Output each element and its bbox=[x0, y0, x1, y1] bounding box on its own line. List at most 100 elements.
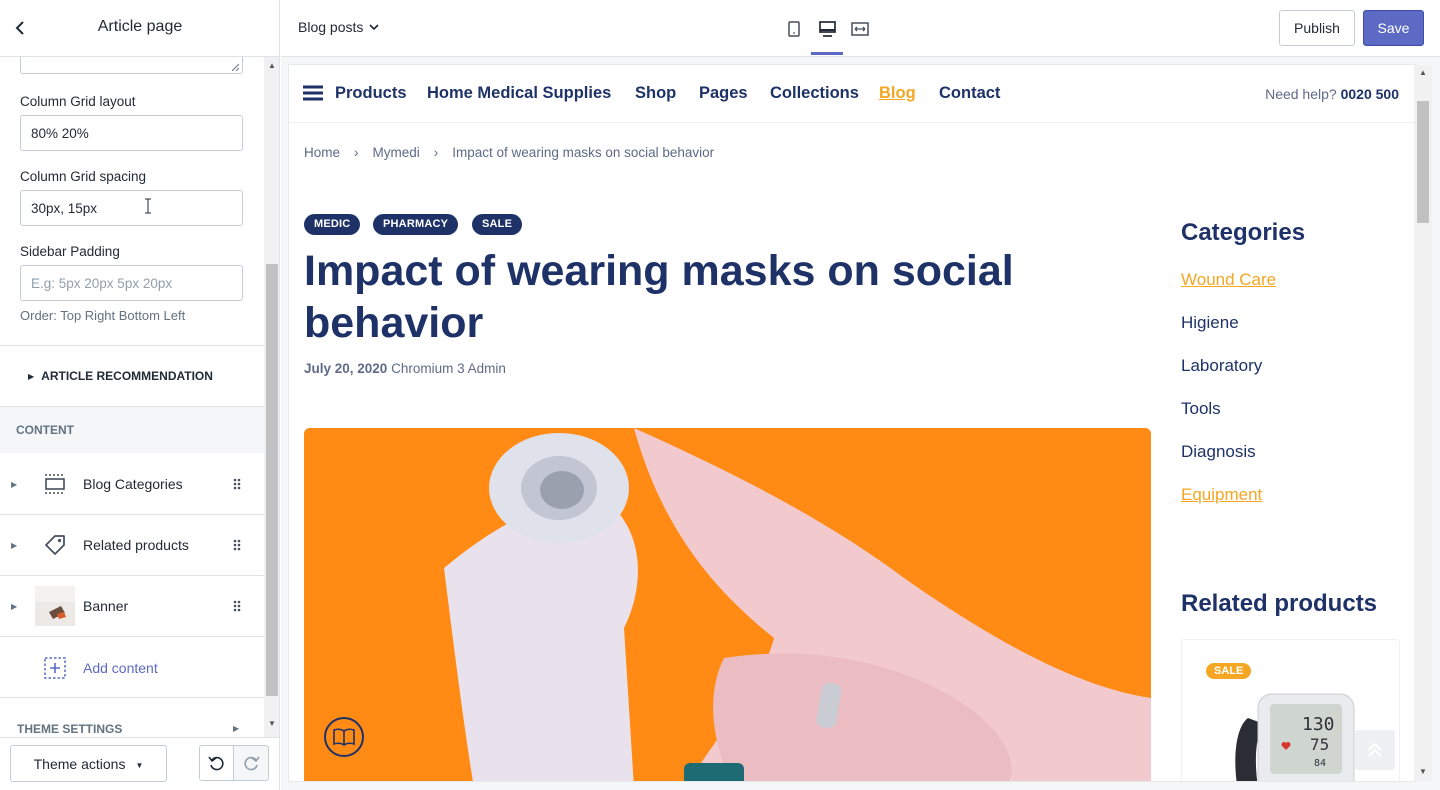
tag-pharmacy[interactable]: PHARMACY bbox=[373, 214, 459, 235]
breadcrumb-home[interactable]: Home bbox=[304, 145, 340, 160]
grid-layout-label: Column Grid layout bbox=[20, 94, 136, 109]
page-selector[interactable]: Blog posts bbox=[298, 19, 379, 35]
nav-link-collections[interactable]: Collections bbox=[770, 84, 859, 103]
device-mobile-button[interactable] bbox=[780, 17, 808, 41]
caret-right-icon: ▶ bbox=[28, 371, 35, 381]
article-meta: July 20, 2020 Chromium 3 Admin bbox=[304, 361, 506, 376]
drag-handle-icon[interactable] bbox=[232, 538, 242, 552]
active-device-indicator bbox=[811, 52, 843, 55]
hero-illustration bbox=[304, 428, 1151, 781]
storefront-preview: Products Home Medical Supplies Shop Page… bbox=[289, 65, 1415, 781]
grid-layout-input[interactable] bbox=[20, 115, 243, 151]
article-recommendation-section[interactable]: ▶ ARTICLE RECOMMENDATION bbox=[0, 346, 264, 406]
add-content-button[interactable]: Add content bbox=[0, 637, 264, 698]
nav-link-contact[interactable]: Contact bbox=[939, 84, 1000, 103]
svg-text:84: 84 bbox=[1314, 758, 1326, 769]
chevron-right-icon: › bbox=[433, 145, 439, 160]
hamburger-menu-icon[interactable] bbox=[303, 85, 323, 101]
sidebar-padding-help: Order: Top Right Bottom Left bbox=[20, 308, 186, 323]
caret-right-icon[interactable]: ▶ bbox=[11, 602, 17, 611]
caret-right-icon[interactable]: ▶ bbox=[11, 541, 17, 550]
category-link-wound-care[interactable]: Wound Care bbox=[1181, 270, 1276, 290]
settings-scroll-area: Column Grid layout Column Grid spacing S… bbox=[0, 57, 264, 737]
drag-handle-icon[interactable] bbox=[232, 599, 242, 613]
preview-scrollbar[interactable]: ▲ ▼ bbox=[1414, 65, 1432, 781]
top-bar: Blog posts Publish Save bbox=[281, 0, 1440, 57]
scroll-down-icon[interactable]: ▼ bbox=[268, 719, 276, 728]
sale-badge: SALE bbox=[1206, 663, 1252, 679]
tag-sale[interactable]: SALE bbox=[472, 214, 523, 235]
svg-text:130: 130 bbox=[1302, 714, 1335, 735]
breadcrumb-current: Impact of wearing masks on social behavi… bbox=[452, 145, 715, 160]
scrollbar-thumb[interactable] bbox=[1417, 101, 1429, 223]
nav-link-blog[interactable]: Blog bbox=[879, 84, 916, 103]
redo-icon bbox=[244, 756, 260, 771]
banner-thumbnail bbox=[35, 586, 75, 626]
resize-grip-icon[interactable] bbox=[231, 63, 239, 71]
article-date: July 20, 2020 bbox=[304, 361, 388, 376]
mobile-icon bbox=[788, 21, 800, 37]
scroll-down-icon[interactable]: ▼ bbox=[1419, 767, 1427, 776]
left-panel-header: Article page bbox=[0, 0, 279, 57]
article-title: Impact of wearing masks on social behavi… bbox=[304, 247, 1014, 347]
scrollbar-thumb[interactable] bbox=[266, 264, 278, 696]
preview-area: Products Home Medical Supplies Shop Page… bbox=[281, 57, 1440, 790]
caret-right-icon[interactable]: ▶ bbox=[11, 480, 17, 489]
back-to-top-button[interactable] bbox=[1355, 730, 1395, 770]
divider bbox=[0, 697, 264, 698]
blood-pressure-monitor-image: 130 75 84 bbox=[1235, 693, 1355, 781]
undo-button[interactable] bbox=[199, 745, 234, 781]
theme-settings-section[interactable]: THEME SETTINGS bbox=[17, 722, 122, 736]
category-link-equipment[interactable]: Equipment bbox=[1181, 485, 1262, 505]
content-header: CONTENT bbox=[0, 407, 264, 453]
content-item-label: Banner bbox=[83, 598, 129, 614]
panel-title: Article page bbox=[97, 18, 183, 35]
tag-medic[interactable]: MEDIC bbox=[304, 214, 361, 235]
content-item-label: Related products bbox=[83, 537, 189, 553]
tag-icon bbox=[35, 525, 75, 565]
grid-spacing-label: Column Grid spacing bbox=[20, 169, 147, 184]
theme-actions-button[interactable]: Theme actions ▼ bbox=[10, 745, 167, 782]
category-link-laboratory[interactable]: Laboratory bbox=[1181, 356, 1262, 376]
double-chevron-up-icon bbox=[1368, 742, 1382, 757]
add-section-icon bbox=[35, 648, 75, 688]
undo-icon bbox=[207, 756, 224, 771]
help-phone[interactable]: 0020 500 bbox=[1341, 86, 1399, 102]
textarea-field[interactable] bbox=[20, 57, 243, 74]
nav-link-shop[interactable]: Shop bbox=[635, 84, 676, 103]
device-desktop-button[interactable] bbox=[813, 17, 841, 41]
book-icon[interactable] bbox=[324, 717, 364, 757]
grid-spacing-input[interactable] bbox=[20, 190, 243, 226]
sidebar-padding-input[interactable] bbox=[20, 265, 243, 301]
content-item-blog-categories[interactable]: ▶ Blog Categories bbox=[0, 454, 264, 515]
device-fullwidth-button[interactable] bbox=[846, 17, 874, 41]
left-panel: Article page Column Grid layout Column G… bbox=[0, 0, 280, 790]
nav-link-products[interactable]: Products bbox=[335, 84, 407, 103]
scroll-up-icon[interactable]: ▲ bbox=[1419, 68, 1427, 77]
content-item-related-products[interactable]: ▶ Related products bbox=[0, 515, 264, 576]
add-content-label: Add content bbox=[83, 659, 158, 676]
category-link-tools[interactable]: Tools bbox=[1181, 399, 1221, 419]
nav-link-home-medical-supplies[interactable]: Home Medical Supplies bbox=[427, 84, 611, 103]
scroll-up-icon[interactable]: ▲ bbox=[268, 61, 276, 70]
drag-handle-icon[interactable] bbox=[232, 477, 242, 491]
content-item-label: Blog Categories bbox=[83, 476, 183, 492]
article-author[interactable]: Chromium 3 Admin bbox=[391, 361, 506, 376]
content-item-banner[interactable]: ▶ Banner bbox=[0, 576, 264, 637]
theme-editor: Article page Column Grid layout Column G… bbox=[0, 0, 1440, 790]
category-link-higiene[interactable]: Higiene bbox=[1181, 313, 1239, 333]
category-link-diagnosis[interactable]: Diagnosis bbox=[1181, 442, 1256, 462]
panel-scrollbar[interactable]: ▲ ▼ bbox=[264, 57, 279, 737]
help-label: Need help? bbox=[1265, 86, 1337, 102]
redo-button[interactable] bbox=[234, 745, 269, 781]
help-contact: Need help? 0020 500 bbox=[1265, 86, 1399, 102]
publish-button[interactable]: Publish bbox=[1279, 10, 1355, 46]
page-selector-label: Blog posts bbox=[298, 19, 364, 35]
nav-link-pages[interactable]: Pages bbox=[699, 84, 748, 103]
desktop-icon bbox=[818, 21, 836, 37]
text-cursor-icon bbox=[145, 198, 151, 214]
left-panel-footer: Theme actions ▼ bbox=[0, 737, 279, 790]
save-button[interactable]: Save bbox=[1363, 10, 1424, 46]
store-nav: Products Home Medical Supplies Shop Page… bbox=[289, 65, 1415, 123]
breadcrumb-blog[interactable]: Mymedi bbox=[373, 145, 420, 160]
